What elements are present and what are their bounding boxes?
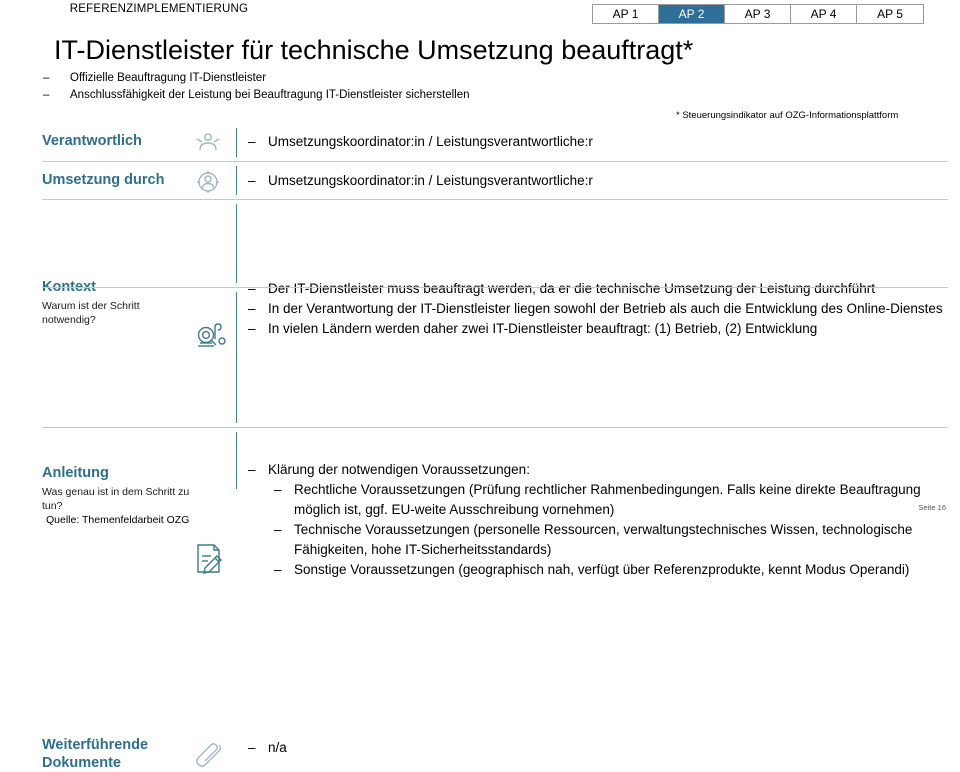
- eyebrow-label: REFERENZIMPLEMENTIERUNG: [69, 3, 249, 15]
- table-row-kontext: Kontext Warum ist der Schritt notwendig?…: [42, 199, 948, 347]
- row-divider: [236, 166, 237, 195]
- header-subbullet: Anschlussfähigkeit der Leistung bei Beau…: [40, 87, 820, 104]
- row-label: Verantwortlich: [42, 133, 142, 149]
- page-number: Seite 16: [918, 503, 946, 512]
- document-pencil-icon-glyph: [197, 544, 222, 574]
- table-row-verantwortlich: Verantwortlich Umsetzungskoordinator:in …: [42, 124, 948, 161]
- table-row-dokumente: Weiterführende Dokumente n/a: [42, 427, 948, 771]
- step-detail-table: Verantwortlich Umsetzungskoordinator:in …: [42, 124, 948, 771]
- row-label: Weiterführende: [42, 737, 149, 753]
- row-divider: [236, 432, 237, 489]
- row-left-cell: Umsetzung durch: [42, 171, 192, 189]
- tab-ap-1[interactable]: AP 1: [593, 5, 659, 23]
- paperclip-icon-glyph: [196, 743, 222, 767]
- tab-ap-5[interactable]: AP 5: [857, 5, 923, 23]
- row-right-cell: Umsetzungskoordinator:in / Leistungsvera…: [244, 132, 948, 152]
- tab-ap-3[interactable]: AP 3: [725, 5, 791, 23]
- people-icon-glyph: [196, 133, 220, 151]
- row-bullet: n/a: [244, 738, 948, 758]
- row-divider: [236, 292, 237, 423]
- header-subbullets: Offizielle Beauftragung IT-Dienstleister…: [40, 70, 820, 104]
- table-row-umsetzung: Umsetzung durch Umsetzungskoordinator:in…: [42, 161, 948, 199]
- row-label: Dokumente: [42, 755, 121, 771]
- row-subbullet: Sonstige Voraussetzungen (geographisch n…: [244, 560, 948, 580]
- row-divider: [236, 128, 237, 157]
- header-subbullet: Offizielle Beauftragung IT-Dienstleister: [40, 70, 820, 87]
- row-right-cell: n/a: [244, 738, 948, 758]
- table-row-anleitung: Anleitung Was genau ist in dem Schritt z…: [42, 287, 948, 580]
- ap-tab-strip[interactable]: AP 1 AP 2 AP 3 AP 4 AP 5: [592, 4, 924, 24]
- row-bullet: Umsetzungskoordinator:in / Leistungsvera…: [244, 132, 948, 152]
- row-subbullet: Technische Voraussetzungen (personelle R…: [244, 520, 948, 560]
- row-divider: [236, 204, 237, 283]
- tab-ap-4[interactable]: AP 4: [791, 5, 857, 23]
- tab-ap-2[interactable]: AP 2: [659, 5, 725, 23]
- source-label: Quelle: Themenfeldarbeit OZG: [46, 514, 190, 526]
- row-label: Umsetzung durch: [42, 172, 165, 188]
- footnote-text: * Steuerungsindikator auf OZG-Informatio…: [676, 110, 899, 121]
- row-right-cell: Umsetzungskoordinator:in / Leistungsvera…: [244, 171, 948, 191]
- page-title: IT-Dienstleister für technische Umsetzun…: [54, 35, 694, 65]
- row-bullet: Umsetzungskoordinator:in / Leistungsvera…: [244, 171, 948, 191]
- row-left-cell: Verantwortlich: [42, 132, 192, 150]
- row-left-cell: Weiterführende Dokumente: [42, 736, 192, 772]
- gear-person-icon-glyph: [197, 171, 219, 193]
